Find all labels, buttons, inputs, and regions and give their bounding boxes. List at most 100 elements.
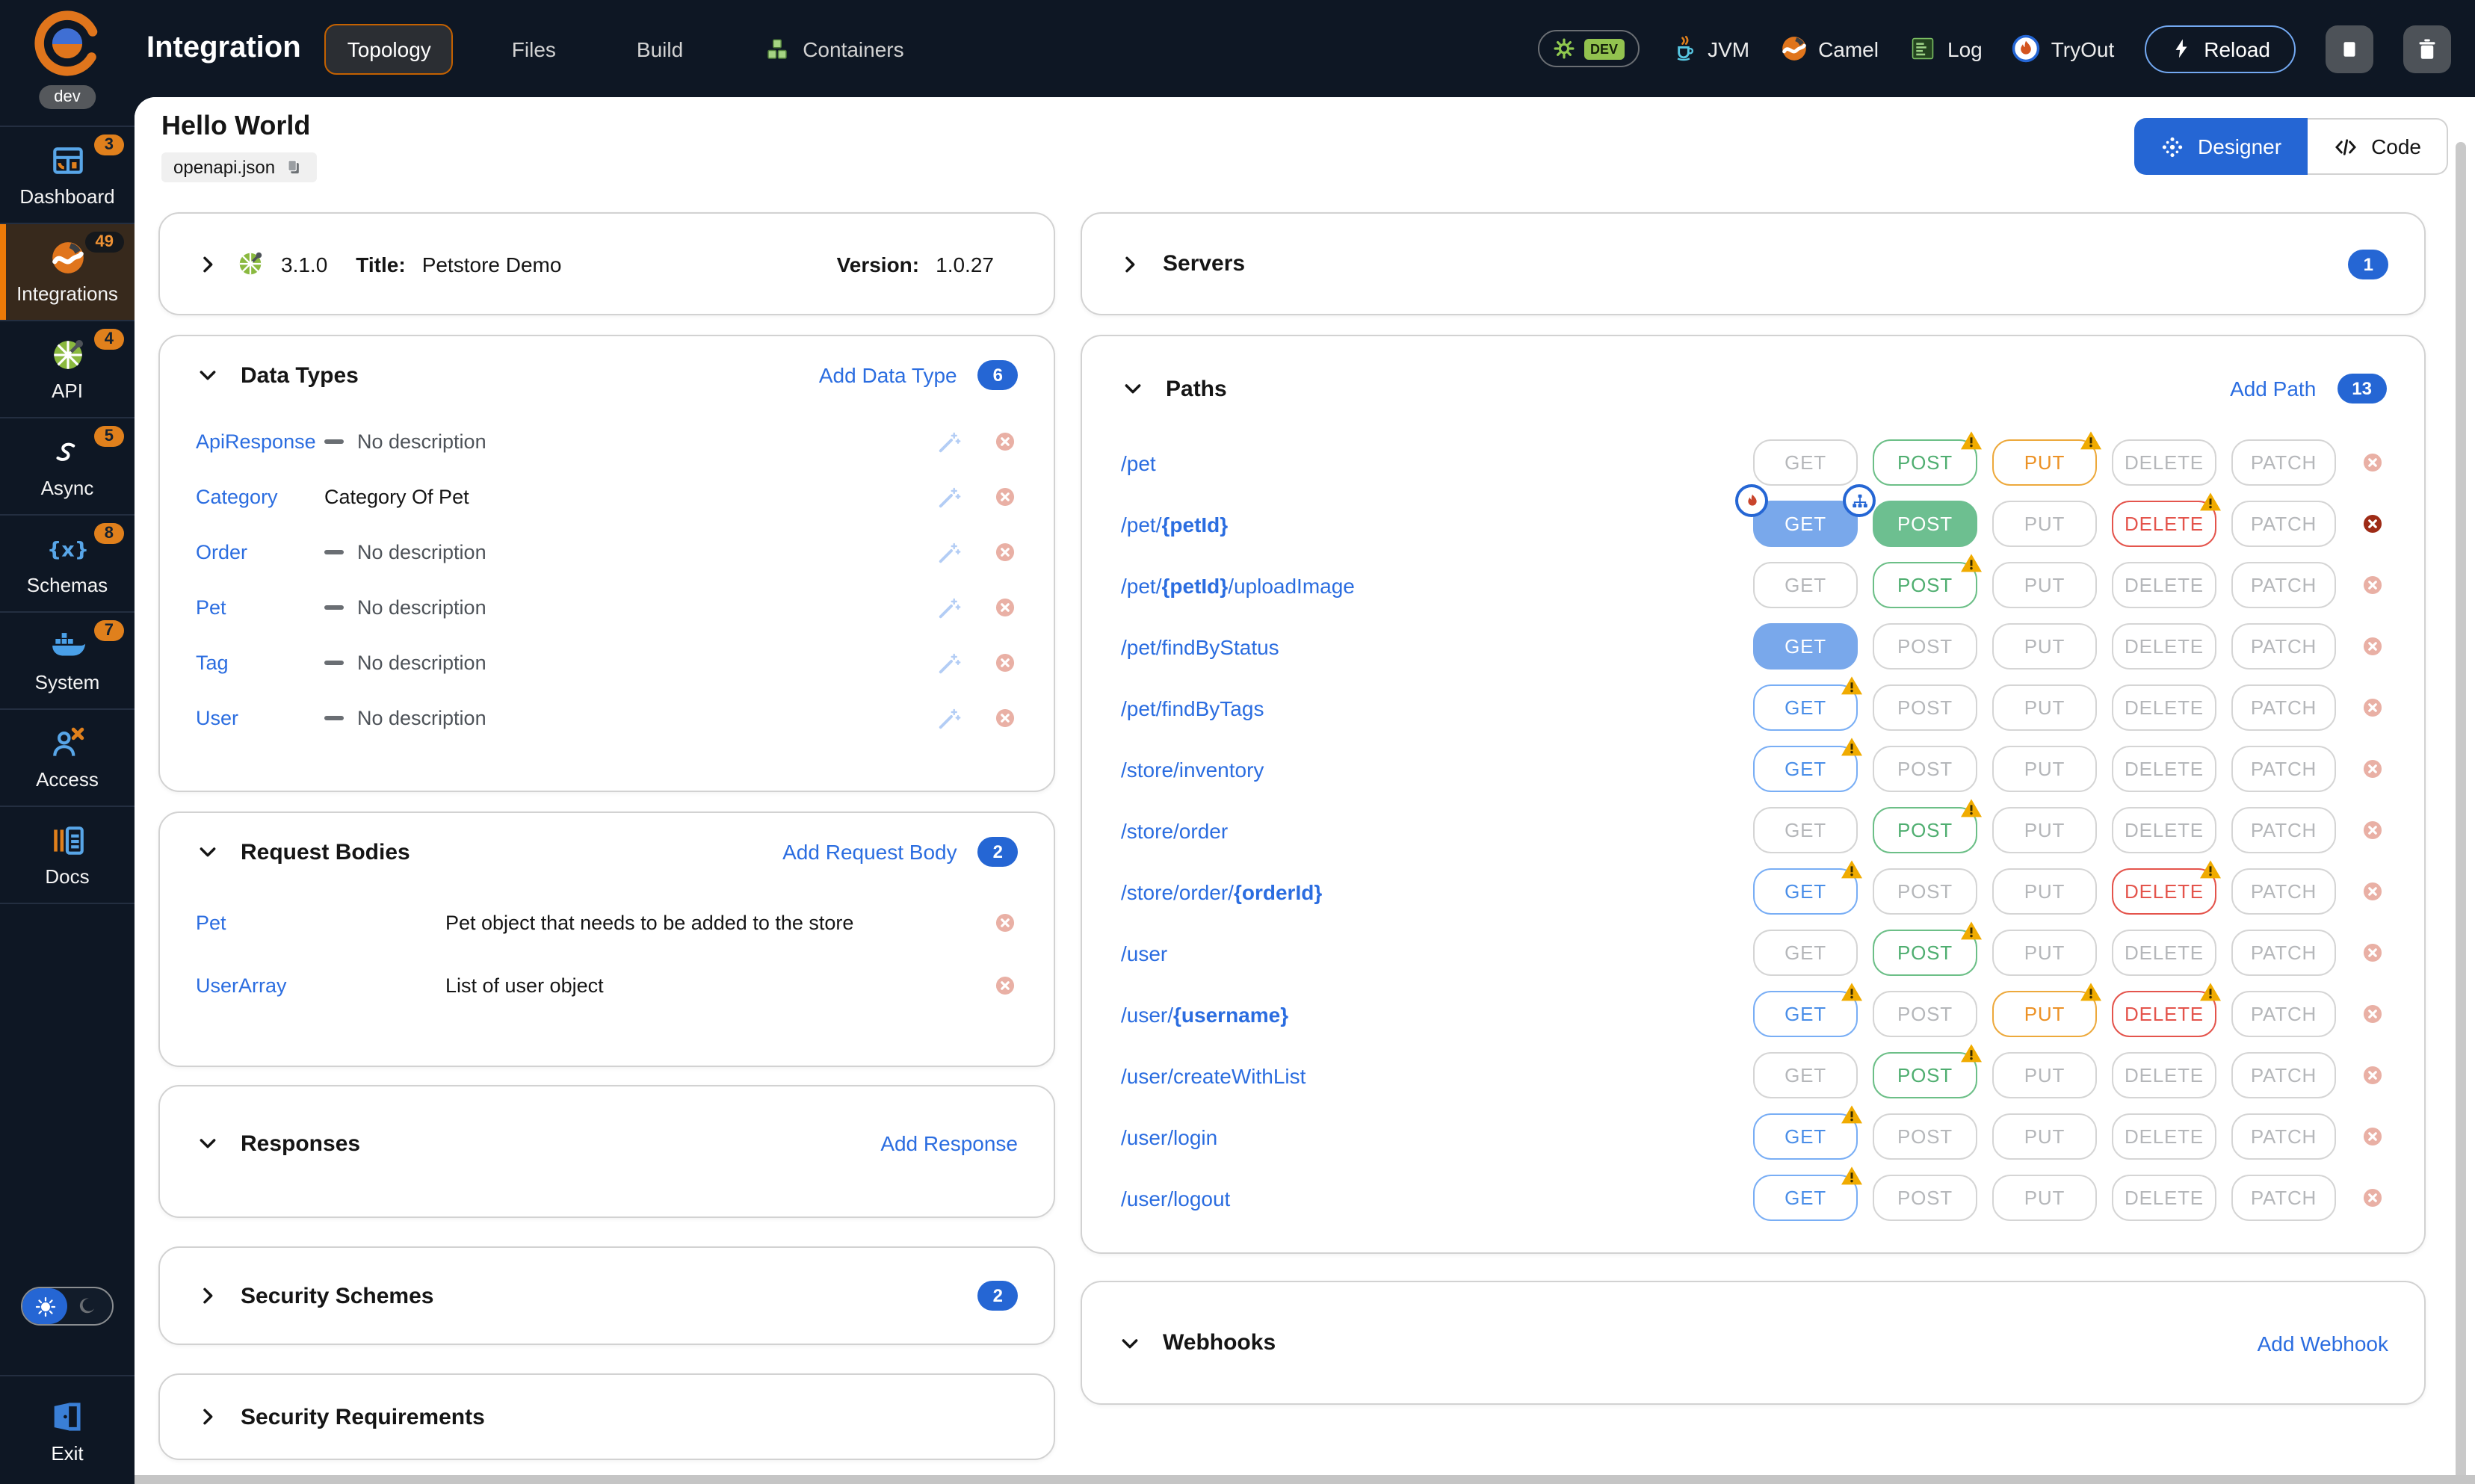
nav-tool-camel[interactable]: Camel: [1779, 34, 1879, 63]
method-pill-put[interactable]: PUT: [1992, 1113, 2097, 1160]
magic-wand-icon[interactable]: [936, 539, 962, 566]
method-pill-delete[interactable]: DELETE: [2112, 930, 2216, 976]
method-pill-put[interactable]: PUT: [1992, 562, 2097, 608]
method-pill-post[interactable]: POST: [1873, 623, 1977, 670]
method-pill-patch[interactable]: PATCH: [2231, 807, 2336, 853]
stop-button[interactable]: [2326, 25, 2373, 72]
method-pill-put[interactable]: PUT: [1992, 623, 2097, 670]
delete-button[interactable]: [2403, 25, 2451, 72]
method-pill-get[interactable]: GET: [1753, 930, 1858, 976]
remove-path-icon[interactable]: [2360, 634, 2385, 659]
method-pill-post[interactable]: POST: [1873, 562, 1977, 608]
remove-data-type-icon[interactable]: [992, 540, 1018, 565]
method-pill-post[interactable]: POST: [1873, 1175, 1977, 1221]
method-pill-patch[interactable]: PATCH: [2231, 930, 2336, 976]
path-link[interactable]: /store/order: [1121, 818, 1753, 842]
chevron-down-icon[interactable]: [196, 1131, 220, 1155]
data-type-name-link[interactable]: Category: [196, 486, 324, 508]
path-link[interactable]: /pet/{petId}: [1121, 512, 1753, 536]
path-link[interactable]: /user/login: [1121, 1125, 1753, 1148]
magic-wand-icon[interactable]: [936, 483, 962, 510]
method-pill-get[interactable]: GET: [1753, 501, 1858, 547]
request-body-name-link[interactable]: Pet: [196, 911, 445, 933]
designer-tab[interactable]: Designer: [2133, 118, 2307, 175]
magic-wand-icon[interactable]: [936, 428, 962, 455]
chevron-right-icon[interactable]: [196, 1405, 220, 1429]
theme-toggle[interactable]: [21, 1287, 114, 1326]
method-pill-get[interactable]: GET: [1753, 1175, 1858, 1221]
path-link[interactable]: /user/logout: [1121, 1186, 1753, 1210]
remove-path-icon[interactable]: [2360, 572, 2385, 598]
nav-tool-log[interactable]: Log: [1909, 34, 1983, 63]
remove-path-icon[interactable]: [2360, 1124, 2385, 1149]
method-pill-put[interactable]: PUT: [1992, 746, 2097, 792]
method-pill-put[interactable]: PUT: [1992, 930, 2097, 976]
remove-path-icon[interactable]: [2360, 1063, 2385, 1088]
method-pill-put[interactable]: PUT: [1992, 439, 2097, 486]
path-link[interactable]: /pet/findByStatus: [1121, 634, 1753, 658]
method-pill-post[interactable]: POST: [1873, 807, 1977, 853]
method-pill-get[interactable]: GET: [1753, 807, 1858, 853]
magic-wand-icon[interactable]: [936, 649, 962, 676]
app-logo-icon[interactable]: [33, 9, 102, 78]
dev-mode-chip[interactable]: DEV: [1538, 30, 1639, 67]
method-pill-delete[interactable]: DELETE: [2112, 1052, 2216, 1098]
api-info-card[interactable]: 3.1.0 Title: Petstore Demo Version: 1.0.…: [158, 212, 1055, 315]
method-pill-patch[interactable]: PATCH: [2231, 439, 2336, 486]
method-pill-post[interactable]: POST: [1873, 991, 1977, 1037]
method-pill-patch[interactable]: PATCH: [2231, 868, 2336, 915]
remove-path-icon[interactable]: [2360, 756, 2385, 782]
method-pill-get[interactable]: GET: [1753, 684, 1858, 731]
data-type-name-link[interactable]: User: [196, 707, 324, 729]
method-pill-post[interactable]: POST: [1873, 1052, 1977, 1098]
chevron-right-icon[interactable]: [196, 1284, 220, 1308]
sidebar-item-integrations[interactable]: 49Integrations: [0, 224, 135, 321]
method-pill-post[interactable]: POST: [1873, 684, 1977, 731]
tab-files[interactable]: Files: [489, 23, 578, 74]
method-pill-get[interactable]: GET: [1753, 746, 1858, 792]
add-path-button[interactable]: Add Path: [2200, 377, 2316, 401]
remove-data-type-icon[interactable]: [992, 595, 1018, 620]
data-type-name-link[interactable]: Pet: [196, 596, 324, 619]
remove-path-icon[interactable]: [2360, 1185, 2385, 1211]
horizontal-scrollbar[interactable]: [135, 1475, 2475, 1484]
method-pill-post[interactable]: POST: [1873, 501, 1977, 547]
method-pill-post[interactable]: POST: [1873, 1113, 1977, 1160]
sidebar-item-api[interactable]: 4API: [0, 321, 135, 418]
sidebar-item-docs[interactable]: Docs: [0, 807, 135, 904]
chevron-down-icon[interactable]: [196, 363, 220, 387]
method-pill-patch[interactable]: PATCH: [2231, 991, 2336, 1037]
method-pill-delete[interactable]: DELETE: [2112, 684, 2216, 731]
chevron-down-icon[interactable]: [1118, 1331, 1142, 1355]
add-webhook-button[interactable]: Add Webhook: [2228, 1331, 2388, 1355]
tab-containers[interactable]: Containers: [741, 22, 926, 75]
security-requirements-card[interactable]: Security Requirements: [158, 1373, 1055, 1460]
data-type-name-link[interactable]: ApiResponse: [196, 430, 324, 453]
dark-mode-option[interactable]: [67, 1288, 112, 1324]
method-pill-delete[interactable]: DELETE: [2112, 746, 2216, 792]
method-pill-delete[interactable]: DELETE: [2112, 807, 2216, 853]
method-pill-put[interactable]: PUT: [1992, 501, 2097, 547]
method-pill-delete[interactable]: DELETE: [2112, 623, 2216, 670]
data-type-name-link[interactable]: Order: [196, 541, 324, 563]
method-pill-patch[interactable]: PATCH: [2231, 684, 2336, 731]
code-tab[interactable]: Code: [2307, 118, 2448, 175]
method-pill-put[interactable]: PUT: [1992, 1052, 2097, 1098]
tab-topology[interactable]: Topology: [325, 23, 454, 74]
path-link[interactable]: /store/inventory: [1121, 757, 1753, 781]
remove-request-body-icon[interactable]: [992, 909, 1018, 935]
security-schemes-card[interactable]: Security Schemes 2: [158, 1246, 1055, 1345]
method-pill-get[interactable]: GET: [1753, 562, 1858, 608]
remove-path-icon[interactable]: [2360, 1001, 2385, 1027]
chevron-right-icon[interactable]: [196, 252, 220, 276]
method-pill-delete[interactable]: DELETE: [2112, 1113, 2216, 1160]
method-pill-patch[interactable]: PATCH: [2231, 1175, 2336, 1221]
method-pill-post[interactable]: POST: [1873, 930, 1977, 976]
path-link[interactable]: /user: [1121, 941, 1753, 965]
add-data-type-button[interactable]: Add Data Type: [789, 363, 957, 387]
method-pill-patch[interactable]: PATCH: [2231, 562, 2336, 608]
path-link[interactable]: /user/{username}: [1121, 1002, 1753, 1026]
method-pill-delete[interactable]: DELETE: [2112, 439, 2216, 486]
method-pill-put[interactable]: PUT: [1992, 868, 2097, 915]
method-pill-put[interactable]: PUT: [1992, 991, 2097, 1037]
